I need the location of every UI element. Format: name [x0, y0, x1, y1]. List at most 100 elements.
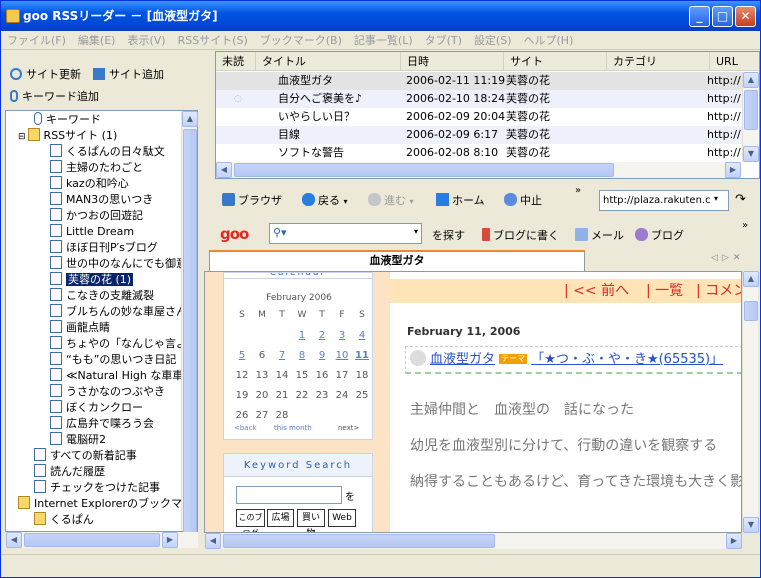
- keyword-add-button[interactable]: キーワード追加: [10, 88, 99, 104]
- scroll-left-icon[interactable]: ◀: [216, 162, 232, 178]
- col-unread[interactable]: 未読: [216, 52, 256, 71]
- goo-toolbar-overflow-chevron[interactable]: »: [742, 220, 748, 231]
- scroll-down-icon[interactable]: ▼: [743, 146, 759, 162]
- col-date[interactable]: 日時: [401, 52, 504, 71]
- tree-horizontal-scrollbar[interactable]: ◀ ▶: [6, 532, 198, 548]
- page-vertical-scrollbar[interactable]: ▲ ▼: [742, 271, 759, 533]
- tree-item-site[interactable]: こなきの支離滅裂: [50, 288, 154, 304]
- menu-edit[interactable]: 編集(E): [72, 31, 122, 50]
- scroll-up-icon[interactable]: ▲: [182, 111, 198, 127]
- chevron-down-icon[interactable]: ▾: [414, 227, 418, 236]
- scroll-right-icon[interactable]: ▶: [726, 533, 742, 549]
- tree-item-site[interactable]: ちょやの「なんじゃ言よんん: [50, 336, 197, 352]
- site-add-button[interactable]: サイト追加: [93, 66, 164, 82]
- theme-tag[interactable]: テーマ: [499, 354, 528, 364]
- url-field[interactable]: http://plaza.rakuten.c: [599, 190, 729, 211]
- search-this-blog-button[interactable]: このブログ: [236, 509, 265, 532]
- article-row[interactable]: 血液型ガタ 2006-02-11 11:19 芙蓉の花 http://: [216, 72, 746, 90]
- stop-button[interactable]: 中止: [504, 192, 542, 208]
- entry-blog-link[interactable]: 「★つ・ぶ・や・き★(65535)」: [531, 352, 723, 367]
- site-update-button[interactable]: サイト更新: [10, 66, 81, 82]
- menu-article-list[interactable]: 記事一覧(L): [348, 31, 419, 50]
- tree-item-site[interactable]: かつおの回遊記: [50, 208, 143, 224]
- search-button[interactable]: を探す: [432, 227, 465, 243]
- collapse-icon[interactable]: ⊟: [18, 132, 26, 142]
- tree-item-checked[interactable]: チェックをつけた記事: [34, 480, 160, 496]
- calendar-day[interactable]: 2: [312, 330, 332, 341]
- article-row[interactable]: ◌ 自分へご褒美を♪ 2006-02-10 18:24 芙蓉の花 http://: [216, 90, 746, 108]
- comment-link[interactable]: | コメン: [696, 279, 741, 303]
- blog-button[interactable]: ブログ: [635, 227, 684, 243]
- list-link[interactable]: | 一覧: [646, 279, 683, 303]
- scroll-up-icon[interactable]: ▲: [743, 271, 759, 287]
- tree-item-read-history[interactable]: 読んだ履歴: [34, 464, 105, 480]
- go-arrow-icon[interactable]: ↷: [735, 192, 746, 207]
- goo-logo[interactable]: goo: [220, 225, 249, 243]
- page-horizontal-scrollbar[interactable]: ◀ ▶: [205, 533, 742, 549]
- col-title[interactable]: タイトル: [256, 52, 401, 71]
- keyword-search-input[interactable]: [236, 486, 342, 504]
- tree-item-site[interactable]: 芙蓉の花 (1): [50, 272, 134, 288]
- list-horizontal-scrollbar[interactable]: ◀ ▶: [216, 162, 741, 178]
- tree-item-site[interactable]: 電脳研2: [50, 432, 106, 448]
- browser-button[interactable]: ブラウザ: [222, 192, 282, 208]
- blog-write-button[interactable]: ブログに書く: [482, 227, 559, 243]
- scroll-thumb[interactable]: [223, 534, 495, 548]
- search-shopping-button[interactable]: 買い物: [297, 509, 325, 532]
- calendar-day[interactable]: 10: [332, 350, 352, 361]
- minimize-button[interactable]: _: [689, 6, 710, 27]
- scroll-thumb[interactable]: [183, 129, 197, 533]
- tree-item-all-new[interactable]: すべての新着記事: [34, 448, 137, 464]
- tree-item-site[interactable]: 主婦のたわごと: [50, 160, 143, 176]
- article-row[interactable]: 目線 2006-02-09 6:17 芙蓉の花 http://: [216, 126, 746, 144]
- tree-item-site[interactable]: うさかなのつぶやき: [50, 384, 165, 400]
- tree-item-site[interactable]: ブルちんの妙な車屋さん: [50, 304, 187, 320]
- scroll-right-icon[interactable]: ▶: [725, 162, 741, 178]
- scroll-thumb[interactable]: [744, 90, 758, 130]
- calendar-this-month-link[interactable]: this month: [274, 424, 312, 432]
- home-button[interactable]: ホーム: [436, 192, 485, 208]
- search-web-button[interactable]: Web: [328, 509, 356, 527]
- scroll-up-icon[interactable]: ▲: [743, 72, 759, 88]
- tree-item-site[interactable]: MAN3の思いつき: [50, 192, 153, 208]
- tree-item-site[interactable]: ほぼ日刊P′sブログ: [50, 240, 158, 256]
- calendar-day[interactable]: 11: [352, 350, 372, 361]
- tree-item-ie-bookmarks[interactable]: Internet Explorerのブックマー: [18, 496, 193, 512]
- list-vertical-scrollbar[interactable]: ▲ ▼: [742, 72, 759, 162]
- tab-active[interactable]: 血液型ガタ: [209, 250, 585, 272]
- entry-title-link[interactable]: 血液型ガタ: [430, 352, 495, 367]
- article-row[interactable]: いやらしい日？ 2006-02-09 20:04 芙蓉の花 http://: [216, 108, 746, 126]
- maximize-button[interactable]: □: [712, 6, 733, 27]
- search-plaza-button[interactable]: 広場: [267, 509, 294, 527]
- article-row[interactable]: ソフトな警告 2006-02-08 8:10 芙蓉の花 http://: [216, 144, 746, 162]
- scroll-thumb[interactable]: [744, 301, 758, 321]
- calendar-day[interactable]: 9: [312, 350, 332, 361]
- prev-link[interactable]: | << 前へ: [564, 279, 629, 303]
- calendar-day[interactable]: 4: [352, 330, 372, 341]
- calendar-day[interactable]: 5: [232, 350, 252, 361]
- scroll-left-icon[interactable]: ◀: [6, 532, 22, 548]
- goo-search-input[interactable]: ⚲▾ ▾: [269, 223, 422, 244]
- tree-item-site[interactable]: ぼくカンクロー: [50, 400, 143, 416]
- tree-item-site[interactable]: Little Dream: [50, 224, 134, 240]
- tree-item-site[interactable]: “もも”の思いつき日記: [50, 352, 176, 368]
- calendar-day[interactable]: 8: [292, 350, 312, 361]
- close-button[interactable]: ✕: [735, 6, 756, 27]
- menu-file[interactable]: ファイル(F): [1, 31, 72, 50]
- calendar-day[interactable]: 3: [332, 330, 352, 341]
- tree-item-kurupan[interactable]: くるぱん: [34, 512, 94, 528]
- tree-item-site[interactable]: kazの和吟心: [50, 176, 129, 192]
- unread-marker-icon[interactable]: ◌: [234, 90, 242, 108]
- menu-tab[interactable]: タブ(T): [419, 31, 468, 50]
- forward-button[interactable]: 進む ▾: [368, 192, 414, 208]
- menu-view[interactable]: 表示(V): [121, 31, 171, 50]
- tab-nav-controls[interactable]: ◁▷✕: [711, 253, 744, 263]
- calendar-day[interactable]: 7: [272, 350, 292, 361]
- tree-item-site[interactable]: くるぱんの日々駄文: [50, 144, 165, 160]
- tree-vertical-scrollbar[interactable]: ▲: [181, 111, 198, 533]
- scroll-thumb[interactable]: [234, 163, 614, 177]
- tree-item-rss-sites[interactable]: ⊟ RSSサイト (1): [18, 128, 117, 144]
- scroll-left-icon[interactable]: ◀: [205, 533, 221, 549]
- calendar-back-link[interactable]: <back: [234, 424, 257, 432]
- mail-button[interactable]: メール: [575, 227, 624, 243]
